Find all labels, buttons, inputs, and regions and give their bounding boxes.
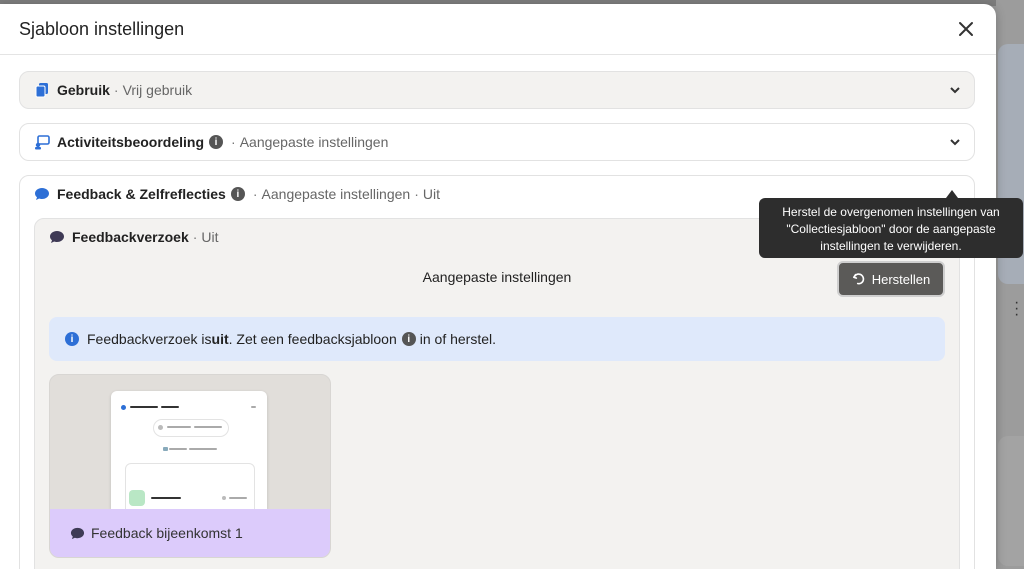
accordion-feedback-subtitle: Aangepaste instellingen xyxy=(261,186,411,202)
info-alert: i Feedbackverzoek is uit. Zet een feedba… xyxy=(49,317,945,361)
alert-text-part2: . Zet een feedbacksjabloon xyxy=(228,331,397,347)
info-icon[interactable]: i xyxy=(401,332,416,346)
assessment-icon xyxy=(33,133,51,151)
chat-bubble-icon xyxy=(48,228,66,246)
chat-bubble-icon xyxy=(70,527,85,539)
chevron-down-icon xyxy=(948,135,962,149)
template-preview xyxy=(111,391,267,515)
modal-title: Sjabloon instellingen xyxy=(19,18,185,39)
restore-tooltip: Herstel de overgenomen instellingen van … xyxy=(759,198,1023,258)
accordion-activiteitsbeoordeling-header[interactable]: Activiteitsbeoordeling i · Aangepaste in… xyxy=(20,124,974,160)
preview-box xyxy=(125,463,255,515)
alert-text-part1: Feedbackverzoek is xyxy=(87,331,212,347)
copy-icon xyxy=(33,81,51,99)
preview-line xyxy=(229,497,247,499)
accordion-activiteitsbeoordeling-subtitle: Aangepaste instellingen xyxy=(239,134,389,150)
preview-info-icon xyxy=(121,405,126,410)
accordion-gebruik-title: Gebruik xyxy=(57,82,110,98)
accordion-feedback-status: Uit xyxy=(422,186,440,202)
info-icon: i xyxy=(65,332,79,346)
info-icon[interactable]: i xyxy=(230,187,245,201)
preview-line xyxy=(251,406,256,408)
accordion-gebruik-subtitle: Vrij gebruik xyxy=(122,82,193,98)
preview-line xyxy=(194,426,222,428)
modal-header: Sjabloon instellingen xyxy=(0,4,996,55)
preview-dot xyxy=(158,425,163,430)
template-settings-modal: Sjabloon instellingen Gebruik · Vrij geb… xyxy=(0,4,996,569)
restore-button-label: Herstellen xyxy=(871,271,931,287)
preview-dot xyxy=(222,496,226,500)
restore-button[interactable]: Herstellen xyxy=(837,261,945,297)
background-card-2 xyxy=(998,436,1024,566)
accordion-gebruik-header[interactable]: Gebruik · Vrij gebruik xyxy=(20,72,974,108)
modal-body: Gebruik · Vrij gebruik Activiteitsbeoord… xyxy=(0,55,996,569)
separator: · xyxy=(252,186,258,202)
accordion-feedback-title: Feedback & Zelfreflecties xyxy=(57,186,226,202)
tooltip-caret xyxy=(946,190,958,198)
preview-line xyxy=(169,448,187,450)
close-icon xyxy=(959,22,973,36)
preview-avatar xyxy=(129,490,145,506)
more-options-icon: · · · xyxy=(1014,294,1020,323)
undo-icon xyxy=(852,273,864,285)
chevron-down-icon xyxy=(948,83,962,97)
separator: · xyxy=(192,229,198,245)
separator: · xyxy=(113,82,119,98)
alert-text-part3: in of herstel. xyxy=(419,331,497,347)
accordion-activiteitsbeoordeling-title: Activiteitsbeoordeling xyxy=(57,134,205,150)
preview-line xyxy=(189,448,217,450)
close-button[interactable] xyxy=(954,17,978,41)
separator: · xyxy=(414,186,419,202)
preview-line xyxy=(161,406,179,408)
info-icon[interactable]: i xyxy=(209,135,224,149)
accordion-activiteitsbeoordeling[interactable]: Activiteitsbeoordeling i · Aangepaste in… xyxy=(19,123,975,161)
accordion-gebruik[interactable]: Gebruik · Vrij gebruik xyxy=(19,71,975,109)
settings-row: Aangepaste instellingen Herstellen xyxy=(35,255,959,303)
feedback-template-card[interactable]: Feedback bijeenkomst 1 xyxy=(49,374,331,558)
custom-settings-label: Aangepaste instellingen xyxy=(422,269,572,285)
preview-box xyxy=(153,419,229,437)
feedbackverzoek-status: Uit xyxy=(201,229,219,245)
preview-line xyxy=(130,406,158,408)
feedbackverzoek-title: Feedbackverzoek xyxy=(72,229,189,245)
preview-line xyxy=(151,497,181,499)
chat-bubble-icon xyxy=(33,185,51,203)
alert-text-bold: uit xyxy=(211,331,229,347)
preview-line xyxy=(167,426,191,428)
template-card-footer: Feedback bijeenkomst 1 xyxy=(50,509,330,557)
preview-dot xyxy=(163,447,168,451)
feedbackverzoek-panel: Feedbackverzoek · Uit Aangepaste instell… xyxy=(34,218,960,569)
template-card-label: Feedback bijeenkomst 1 xyxy=(91,525,243,541)
separator: · xyxy=(231,134,236,150)
